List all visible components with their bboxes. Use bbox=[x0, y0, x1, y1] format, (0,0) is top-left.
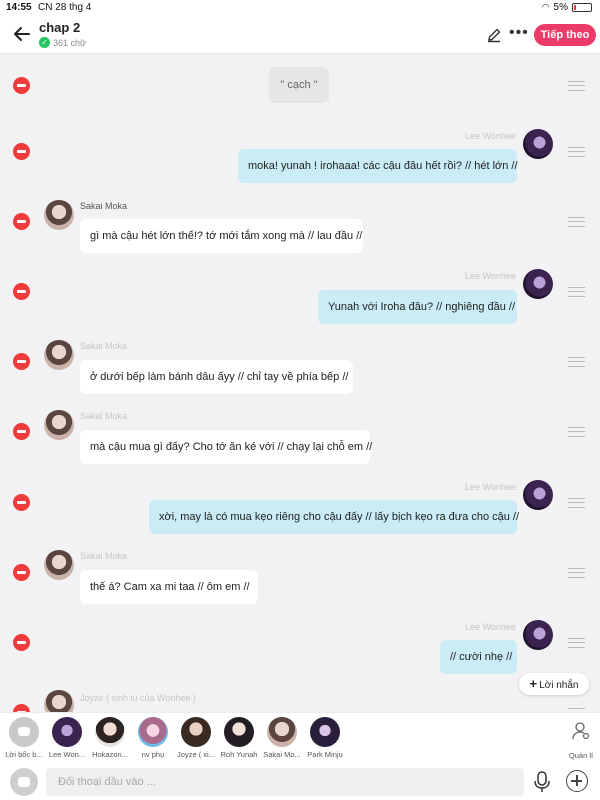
avatar bbox=[267, 717, 297, 747]
add-reply-label: Lời nhắn bbox=[539, 680, 579, 691]
drag-handle-icon[interactable] bbox=[568, 498, 585, 508]
add-reply-button[interactable]: + Lời nhắn bbox=[519, 673, 589, 695]
avatar[interactable] bbox=[44, 200, 74, 230]
drag-handle-icon[interactable] bbox=[568, 287, 585, 297]
word-count: 361 chữ bbox=[53, 37, 87, 48]
drag-handle-icon[interactable] bbox=[568, 568, 585, 578]
character-label: nv phụ bbox=[141, 750, 165, 759]
speaker-name: Sakai Moka bbox=[80, 201, 128, 211]
continue-button[interactable]: Tiếp theo bbox=[534, 24, 596, 46]
avatar bbox=[224, 717, 254, 747]
manage-characters-button[interactable]: Quản lí bbox=[566, 721, 596, 760]
avatar[interactable] bbox=[44, 690, 74, 712]
avatar bbox=[95, 717, 125, 747]
header: chap 2 ✓ 361 chữ ••• Tiếp theo bbox=[0, 16, 600, 54]
speaker-name: Sakai Moka bbox=[80, 411, 128, 421]
avatar[interactable] bbox=[523, 620, 553, 650]
delete-icon[interactable] bbox=[13, 494, 30, 511]
delete-icon[interactable] bbox=[13, 634, 30, 651]
delete-icon[interactable] bbox=[13, 143, 30, 160]
avatar bbox=[181, 717, 211, 747]
drag-handle-icon[interactable] bbox=[568, 357, 585, 367]
delete-icon[interactable] bbox=[13, 564, 30, 581]
delete-icon[interactable] bbox=[13, 704, 30, 712]
drag-handle-icon[interactable] bbox=[568, 217, 585, 227]
avatar bbox=[52, 717, 82, 747]
chat-canvas[interactable]: " cạch " Lee Wonhee moka! yunah ! irohaa… bbox=[0, 54, 600, 712]
delete-icon[interactable] bbox=[13, 283, 30, 300]
character-label: Park Minju bbox=[307, 750, 343, 759]
word-count-row: ✓ 361 chữ bbox=[39, 37, 86, 48]
character-label: Joyze ( xi... bbox=[177, 750, 215, 759]
avatar[interactable] bbox=[523, 480, 553, 510]
check-icon: ✓ bbox=[39, 37, 50, 48]
character-label: Lời bốc b... bbox=[5, 750, 43, 759]
character-label: Hokazon... bbox=[92, 750, 128, 759]
wifi-icon: ◠ bbox=[541, 2, 550, 12]
input-bar bbox=[0, 764, 600, 800]
avatar[interactable] bbox=[44, 550, 74, 580]
character-item[interactable]: Roh Yunah bbox=[217, 717, 261, 759]
dialogue-input[interactable] bbox=[46, 768, 524, 796]
message-bubble[interactable]: // cười nhẹ // bbox=[440, 640, 517, 674]
delete-icon[interactable] bbox=[13, 353, 30, 370]
character-narrator[interactable]: Lời bốc b... bbox=[2, 717, 46, 759]
more-icon[interactable]: ••• bbox=[509, 24, 529, 42]
message-bubble[interactable]: gì mà cậu hét lớn thế!? tớ mới tắm xong … bbox=[80, 219, 363, 253]
speaker-name: Lee Wonhee bbox=[465, 271, 516, 281]
avatar bbox=[310, 717, 340, 747]
character-label: Roh Yunah bbox=[220, 750, 258, 759]
avatar bbox=[138, 717, 168, 747]
character-item[interactable]: nv phụ bbox=[131, 717, 175, 759]
character-item[interactable]: Lee Won... bbox=[45, 717, 89, 759]
chat-bubble-icon[interactable] bbox=[10, 768, 38, 796]
speaker-name: Joyze ( xinh iu của Wonhee ) bbox=[80, 693, 196, 703]
speaker-name: Lee Wonhee bbox=[465, 482, 516, 492]
delete-icon[interactable] bbox=[13, 77, 30, 94]
avatar[interactable] bbox=[44, 340, 74, 370]
drag-handle-icon[interactable] bbox=[568, 638, 585, 648]
character-label: Sakai Mo... bbox=[263, 750, 301, 759]
drag-handle-icon[interactable] bbox=[568, 427, 585, 437]
character-item[interactable]: Park Minju bbox=[303, 717, 347, 759]
edit-pencil-icon[interactable] bbox=[486, 27, 502, 43]
chat-bubble-icon bbox=[9, 717, 39, 747]
avatar[interactable] bbox=[523, 129, 553, 159]
character-item[interactable]: Sakai Mo... bbox=[260, 717, 304, 759]
speaker-name: Lee Wonhee bbox=[465, 622, 516, 632]
message-bubble[interactable]: xời, may là có mua kẹo riêng cho cậu đấy… bbox=[149, 500, 519, 534]
speaker-name: Sakai Moka bbox=[80, 551, 128, 561]
message-bubble[interactable]: ở dưới bếp làm bánh dâu ấyy // chỉ tay v… bbox=[80, 360, 353, 394]
character-label: Lee Won... bbox=[48, 750, 86, 759]
status-time: 14:55 bbox=[6, 2, 32, 13]
page-title: chap 2 bbox=[39, 20, 81, 35]
back-arrow-icon[interactable] bbox=[12, 24, 32, 44]
message-bubble[interactable]: mà cậu mua gì đấy? Cho tớ ăn ké với // c… bbox=[80, 430, 372, 464]
delete-icon[interactable] bbox=[13, 423, 30, 440]
message-bubble[interactable]: Yunah với Iroha đâu? // nghiêng đầu // bbox=[318, 290, 517, 324]
delete-icon[interactable] bbox=[13, 213, 30, 230]
avatar[interactable] bbox=[44, 410, 74, 440]
character-item[interactable]: Joyze ( xi... bbox=[174, 717, 218, 759]
character-bar: Lời bốc b... Lee Won... Hokazon... nv ph… bbox=[0, 712, 600, 764]
character-item[interactable]: Hokazon... bbox=[88, 717, 132, 759]
avatar[interactable] bbox=[523, 269, 553, 299]
plus-icon: + bbox=[529, 676, 538, 691]
battery-icon bbox=[572, 3, 592, 12]
status-bar: 14:55 CN 28 thg 4 ◠ 5% bbox=[0, 0, 600, 16]
speaker-name: Lee Wonhee bbox=[465, 131, 516, 141]
message-bubble[interactable]: moka! yunah ! irohaaa! các cậu đâu hết r… bbox=[238, 149, 518, 183]
narration-chip[interactable]: " cạch " bbox=[269, 67, 329, 103]
speaker-name: Sakai Moka bbox=[80, 341, 128, 351]
message-bubble[interactable]: thế á? Cam xa mi taa // ôm em // bbox=[80, 570, 258, 604]
manage-label: Quản lí bbox=[568, 751, 594, 760]
drag-handle-icon[interactable] bbox=[568, 81, 585, 91]
add-icon[interactable] bbox=[566, 770, 588, 792]
mic-icon[interactable] bbox=[533, 770, 551, 794]
status-date: CN 28 thg 4 bbox=[38, 2, 92, 13]
status-right: ◠ 5% bbox=[542, 2, 592, 13]
drag-handle-icon[interactable] bbox=[568, 147, 585, 157]
manage-user-icon bbox=[572, 722, 590, 740]
battery-percent: 5% bbox=[553, 2, 568, 13]
